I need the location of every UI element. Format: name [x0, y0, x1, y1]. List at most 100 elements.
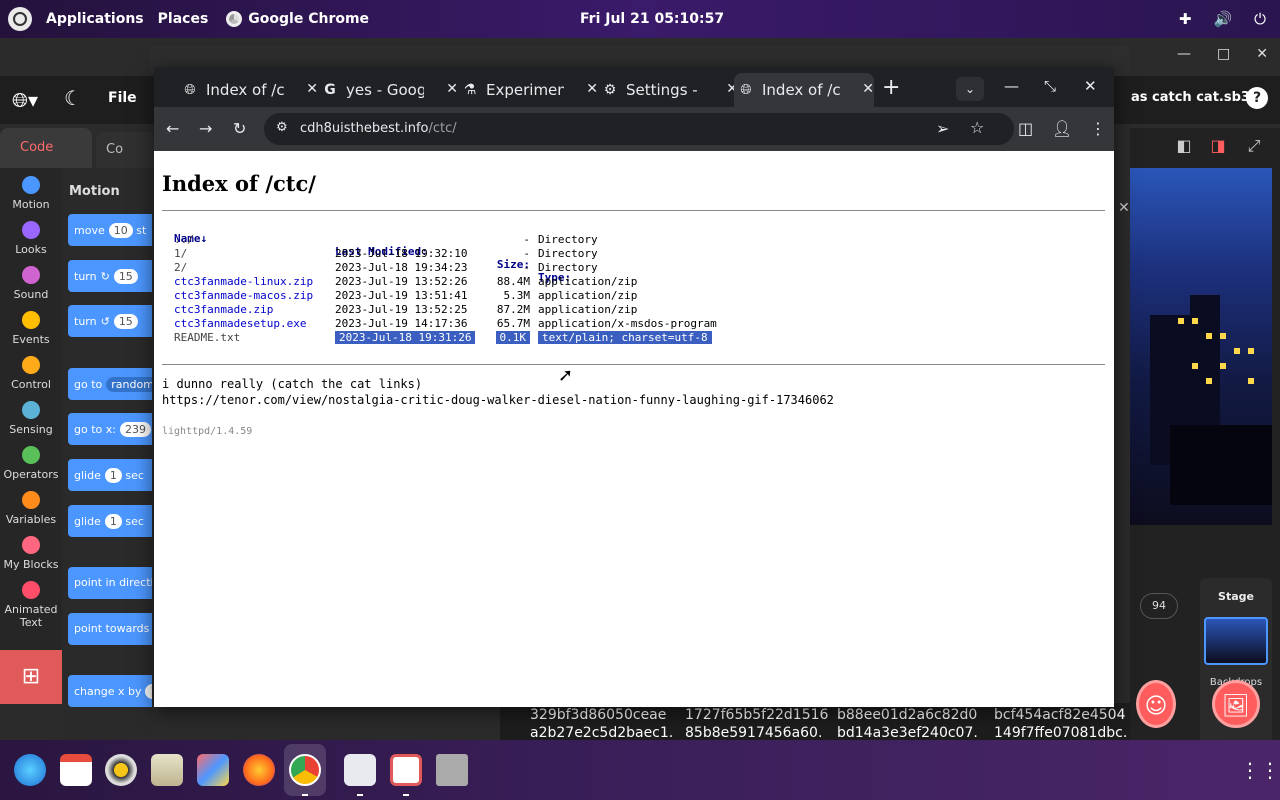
stage-canvas[interactable] — [1130, 168, 1272, 525]
profile-icon[interactable]: 👤︎ — [1052, 119, 1072, 138]
send-icon[interactable]: ➢ — [936, 119, 949, 138]
tab-close-icon[interactable]: ✕ — [306, 81, 318, 97]
url-text[interactable]: cdh8uisthebest.info/ctc/ — [300, 121, 457, 136]
text-editor-icon[interactable] — [390, 754, 422, 786]
file-name[interactable]: ctc3fanmade-linux.zip — [174, 275, 313, 288]
add-extension-button[interactable]: ⊞ — [0, 650, 62, 704]
category-animated-text[interactable]: Animated Text — [0, 581, 62, 629]
block-input[interactable]: 10 — [108, 223, 133, 238]
category-operators[interactable]: Operators — [0, 446, 62, 481]
trash-icon[interactable] — [436, 754, 468, 786]
menu-kebab-icon[interactable]: ⋮ — [1090, 119, 1106, 138]
settings-app-icon[interactable] — [344, 754, 376, 786]
volume-icon[interactable]: 🔊 — [1213, 10, 1232, 28]
tab-code[interactable]: Code — [0, 128, 92, 168]
category-sensing[interactable]: Sensing — [0, 401, 62, 436]
tab-close-icon[interactable]: ✕ — [862, 81, 874, 97]
new-tab-button[interactable]: + — [882, 75, 900, 100]
close-icon[interactable]: ✕ — [1256, 46, 1268, 62]
tab-close-icon[interactable]: ✕ — [446, 81, 458, 97]
panel-close-icon[interactable]: ✕ — [1118, 200, 1138, 220]
choose-sprite-button[interactable]: ☺ — [1136, 680, 1176, 728]
power-icon[interactable]: ⏻ — [1254, 10, 1266, 28]
file-name[interactable]: 2/ — [174, 261, 187, 274]
category-looks[interactable]: Looks — [0, 221, 62, 256]
category-variables[interactable]: Variables — [0, 491, 62, 526]
firefox-icon[interactable] — [243, 754, 275, 786]
minimize-icon[interactable]: — — [1177, 46, 1191, 62]
block-go-to[interactable]: go to random — [68, 368, 152, 400]
block-input[interactable]: 1 — [104, 468, 122, 483]
block-input[interactable]: 1 — [145, 684, 152, 699]
category-my-blocks[interactable]: My Blocks — [0, 536, 62, 571]
clock[interactable]: Fri Jul 21 05:10:57 — [580, 11, 724, 27]
block-turn-right[interactable]: turn ↻ 15 — [68, 260, 152, 292]
category-control[interactable]: Control — [0, 356, 62, 391]
restore-icon[interactable]: ⤡ — [1044, 77, 1056, 95]
chrome-dock-icon[interactable] — [289, 754, 321, 786]
file-name[interactable]: ../ — [174, 233, 194, 246]
forward-icon[interactable]: → — [199, 119, 212, 138]
tab-settings[interactable]: ⚙ Settings - ✕ — [598, 73, 738, 107]
site-info-icon[interactable]: ⚙ — [276, 120, 288, 135]
app-grid-icon[interactable]: ⋮⋮⋮ — [1240, 758, 1280, 782]
file-name[interactable]: README.txt — [174, 331, 240, 344]
close-window-icon[interactable]: ✕ — [1084, 77, 1097, 95]
tab-index-active[interactable]: 🌐︎ Index of /c ✕ — [734, 73, 874, 107]
category-motion[interactable]: Motion — [0, 176, 62, 211]
file-name[interactable]: ctc3fanmade-macos.zip — [174, 289, 313, 302]
tab-search-button[interactable]: ⌄ — [956, 77, 984, 101]
block-input[interactable]: 1 — [104, 514, 122, 529]
block-input[interactable]: 15 — [113, 269, 138, 284]
file-name[interactable]: ctc3fanmadesetup.exe — [174, 317, 306, 330]
tab-google[interactable]: G yes - Goog ✕ — [318, 73, 458, 107]
theme-moon-icon[interactable]: ☾ — [64, 86, 82, 110]
file-name[interactable]: ctc3fanmade.zip — [174, 303, 273, 316]
back-icon[interactable]: ← — [166, 119, 179, 138]
address-bar[interactable]: ⚙ cdh8uisthebest.info/ctc/ ➢ ☆ — [264, 113, 1014, 145]
tab-costumes[interactable]: Co — [96, 132, 156, 168]
block-glide-2[interactable]: glide 1 sec — [68, 505, 152, 537]
file-manager-icon[interactable] — [151, 754, 183, 786]
sprite-x-field[interactable]: 94 — [1140, 593, 1178, 619]
block-input[interactable]: 15 — [113, 314, 138, 329]
minimize-icon[interactable]: — — [1004, 77, 1019, 95]
category-events[interactable]: Events — [0, 311, 62, 346]
block-go-to-xy[interactable]: go to x: 239 — [68, 413, 152, 445]
help-icon[interactable]: ? — [1246, 87, 1268, 109]
maximize-icon[interactable]: □ — [1217, 46, 1230, 62]
file-name[interactable]: 1/ — [174, 247, 187, 260]
category-sound[interactable]: Sound — [0, 266, 62, 301]
fullscreen-icon[interactable]: ⤢ — [1240, 136, 1268, 160]
block-change-x[interactable]: change x by1 — [68, 675, 152, 707]
block-point-direction[interactable]: point in directio — [68, 567, 152, 599]
project-title[interactable]: as catch cat.sb3 — [1131, 90, 1250, 105]
music-player-icon[interactable] — [105, 754, 137, 786]
block-dropdown[interactable]: random — [106, 377, 152, 392]
side-panel-icon[interactable]: ◫ — [1018, 119, 1033, 138]
browser-globe-icon[interactable] — [14, 754, 46, 786]
language-globe-icon[interactable]: 🌐︎▾ — [12, 88, 38, 112]
reload-icon[interactable]: ↻ — [233, 119, 246, 138]
stage-thumbnail[interactable] — [1204, 617, 1268, 665]
activities-icon[interactable] — [8, 7, 32, 31]
block-point-towards[interactable]: point towards — [68, 613, 152, 645]
tab-experiments[interactable]: ⚗ Experimen ✕ — [458, 73, 598, 107]
block-turn-left[interactable]: turn ↺ 15 — [68, 305, 152, 337]
tab-close-icon[interactable]: ✕ — [586, 81, 598, 97]
small-stage-icon[interactable]: ◧ — [1170, 136, 1198, 160]
block-glide-1[interactable]: glide 1 sec — [68, 459, 152, 491]
block-move[interactable]: move 10 st — [68, 214, 152, 246]
applications-menu[interactable]: Applications — [46, 11, 144, 27]
large-stage-icon[interactable]: ◨ — [1204, 136, 1232, 160]
active-app-label[interactable]: Google Chrome — [248, 11, 369, 27]
places-menu[interactable]: Places — [158, 11, 209, 27]
extension-icon[interactable]: ✚ — [1179, 10, 1192, 28]
choose-backdrop-button[interactable]: 🖼︎ — [1212, 680, 1260, 728]
tab-index-1[interactable]: 🌐︎ Index of /c ✕ — [178, 73, 318, 107]
file-menu[interactable]: File — [108, 90, 137, 106]
block-input[interactable]: 239 — [119, 422, 151, 437]
bookmark-star-icon[interactable]: ☆ — [970, 118, 984, 137]
calendar-icon[interactable] — [60, 754, 92, 786]
software-store-icon[interactable] — [197, 754, 229, 786]
